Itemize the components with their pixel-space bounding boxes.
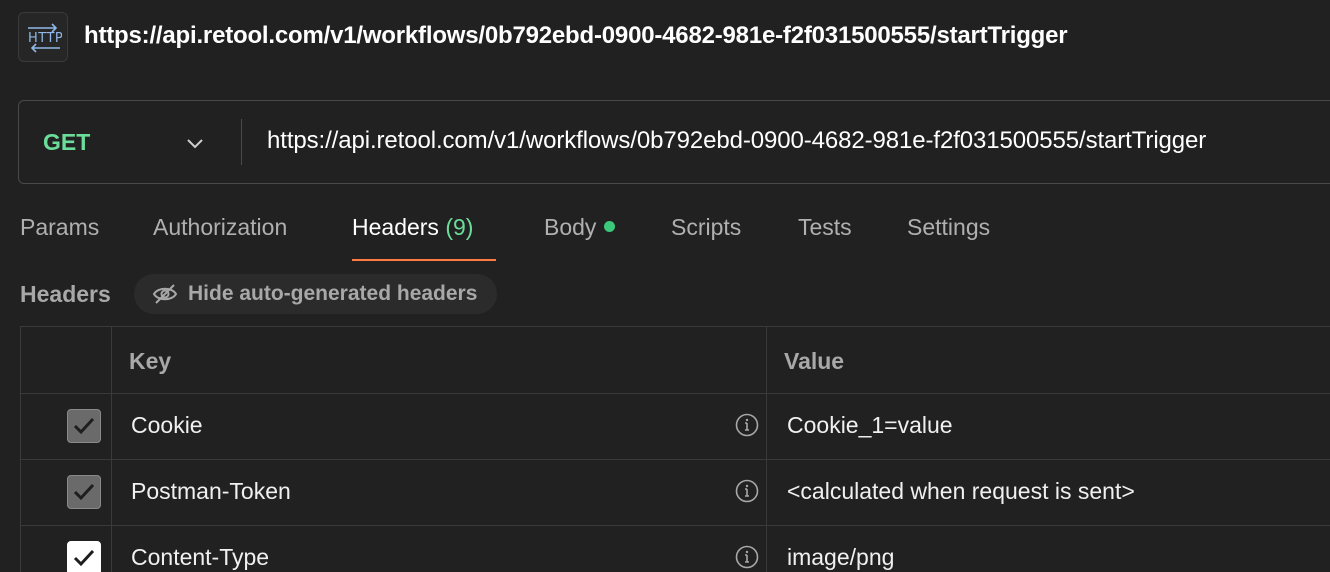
tab-label: Settings <box>907 214 991 240</box>
toggle-label: Hide auto-generated headers <box>188 282 478 305</box>
column-header-value: Value <box>784 348 845 374</box>
header-key[interactable]: Postman-Token <box>131 478 291 505</box>
header-value[interactable]: <calculated when request is sent> <box>787 478 1135 505</box>
header-key[interactable]: Cookie <box>131 412 203 439</box>
tab-label: Headers <box>352 214 439 240</box>
tab-label: Params <box>20 214 100 240</box>
row-checkbox[interactable] <box>67 409 101 443</box>
checkmark-icon <box>73 483 95 501</box>
tab-scripts[interactable]: Scripts <box>671 214 741 241</box>
request-title[interactable]: https://api.retool.com/v1/workflows/0b79… <box>84 22 1068 50</box>
eye-off-icon <box>152 284 178 304</box>
tab-authorization[interactable]: Authorization <box>153 214 287 241</box>
tab-label: Authorization <box>153 214 288 240</box>
active-tab-indicator <box>352 259 496 261</box>
chevron-down-icon[interactable] <box>185 133 205 153</box>
http-icon: HTTP <box>18 12 68 62</box>
request-editor: HTTP https://api.retool.com/v1/workflows… <box>0 0 1330 572</box>
header-value[interactable]: Cookie_1=value <box>787 412 953 439</box>
header-value[interactable]: image/png <box>787 544 894 571</box>
svg-text:HTTP: HTTP <box>28 31 62 46</box>
status-dot-icon <box>604 221 616 232</box>
tab-label: Tests <box>798 214 852 240</box>
hide-auto-generated-headers-button[interactable]: Hide auto-generated headers <box>134 274 498 314</box>
section-title: Headers <box>20 281 111 307</box>
table-row: Content-Type image/png <box>21 525 1330 572</box>
info-icon[interactable] <box>735 479 759 503</box>
tab-headers[interactable]: Headers (9) <box>352 214 473 241</box>
info-icon[interactable] <box>735 413 759 437</box>
tab-settings[interactable]: Settings <box>907 214 990 241</box>
checkmark-icon <box>73 417 95 435</box>
headers-count: (9) <box>445 214 474 240</box>
divider <box>241 119 242 165</box>
column-header-key: Key <box>129 348 172 374</box>
request-bar: GET https://api.retool.com/v1/workflows/… <box>18 100 1330 184</box>
tab-label: Scripts <box>671 214 742 240</box>
checkmark-icon <box>73 549 95 567</box>
headers-table: Key Value Cookie Cookie_1=value Postman-… <box>20 326 1330 572</box>
table-row: Cookie Cookie_1=value <box>21 393 1330 459</box>
tab-label: Body <box>544 214 597 240</box>
header-key[interactable]: Content-Type <box>131 544 269 571</box>
row-checkbox[interactable] <box>67 475 101 509</box>
info-icon[interactable] <box>735 545 759 569</box>
tab-tests[interactable]: Tests <box>798 214 852 241</box>
tab-body[interactable]: Body <box>544 214 616 241</box>
table-row: Postman-Token <calculated when request i… <box>21 459 1330 525</box>
method-select[interactable]: GET <box>43 129 90 156</box>
url-input[interactable]: https://api.retool.com/v1/workflows/0b79… <box>267 127 1206 155</box>
row-checkbox[interactable] <box>67 541 101 572</box>
tab-params[interactable]: Params <box>20 214 99 241</box>
